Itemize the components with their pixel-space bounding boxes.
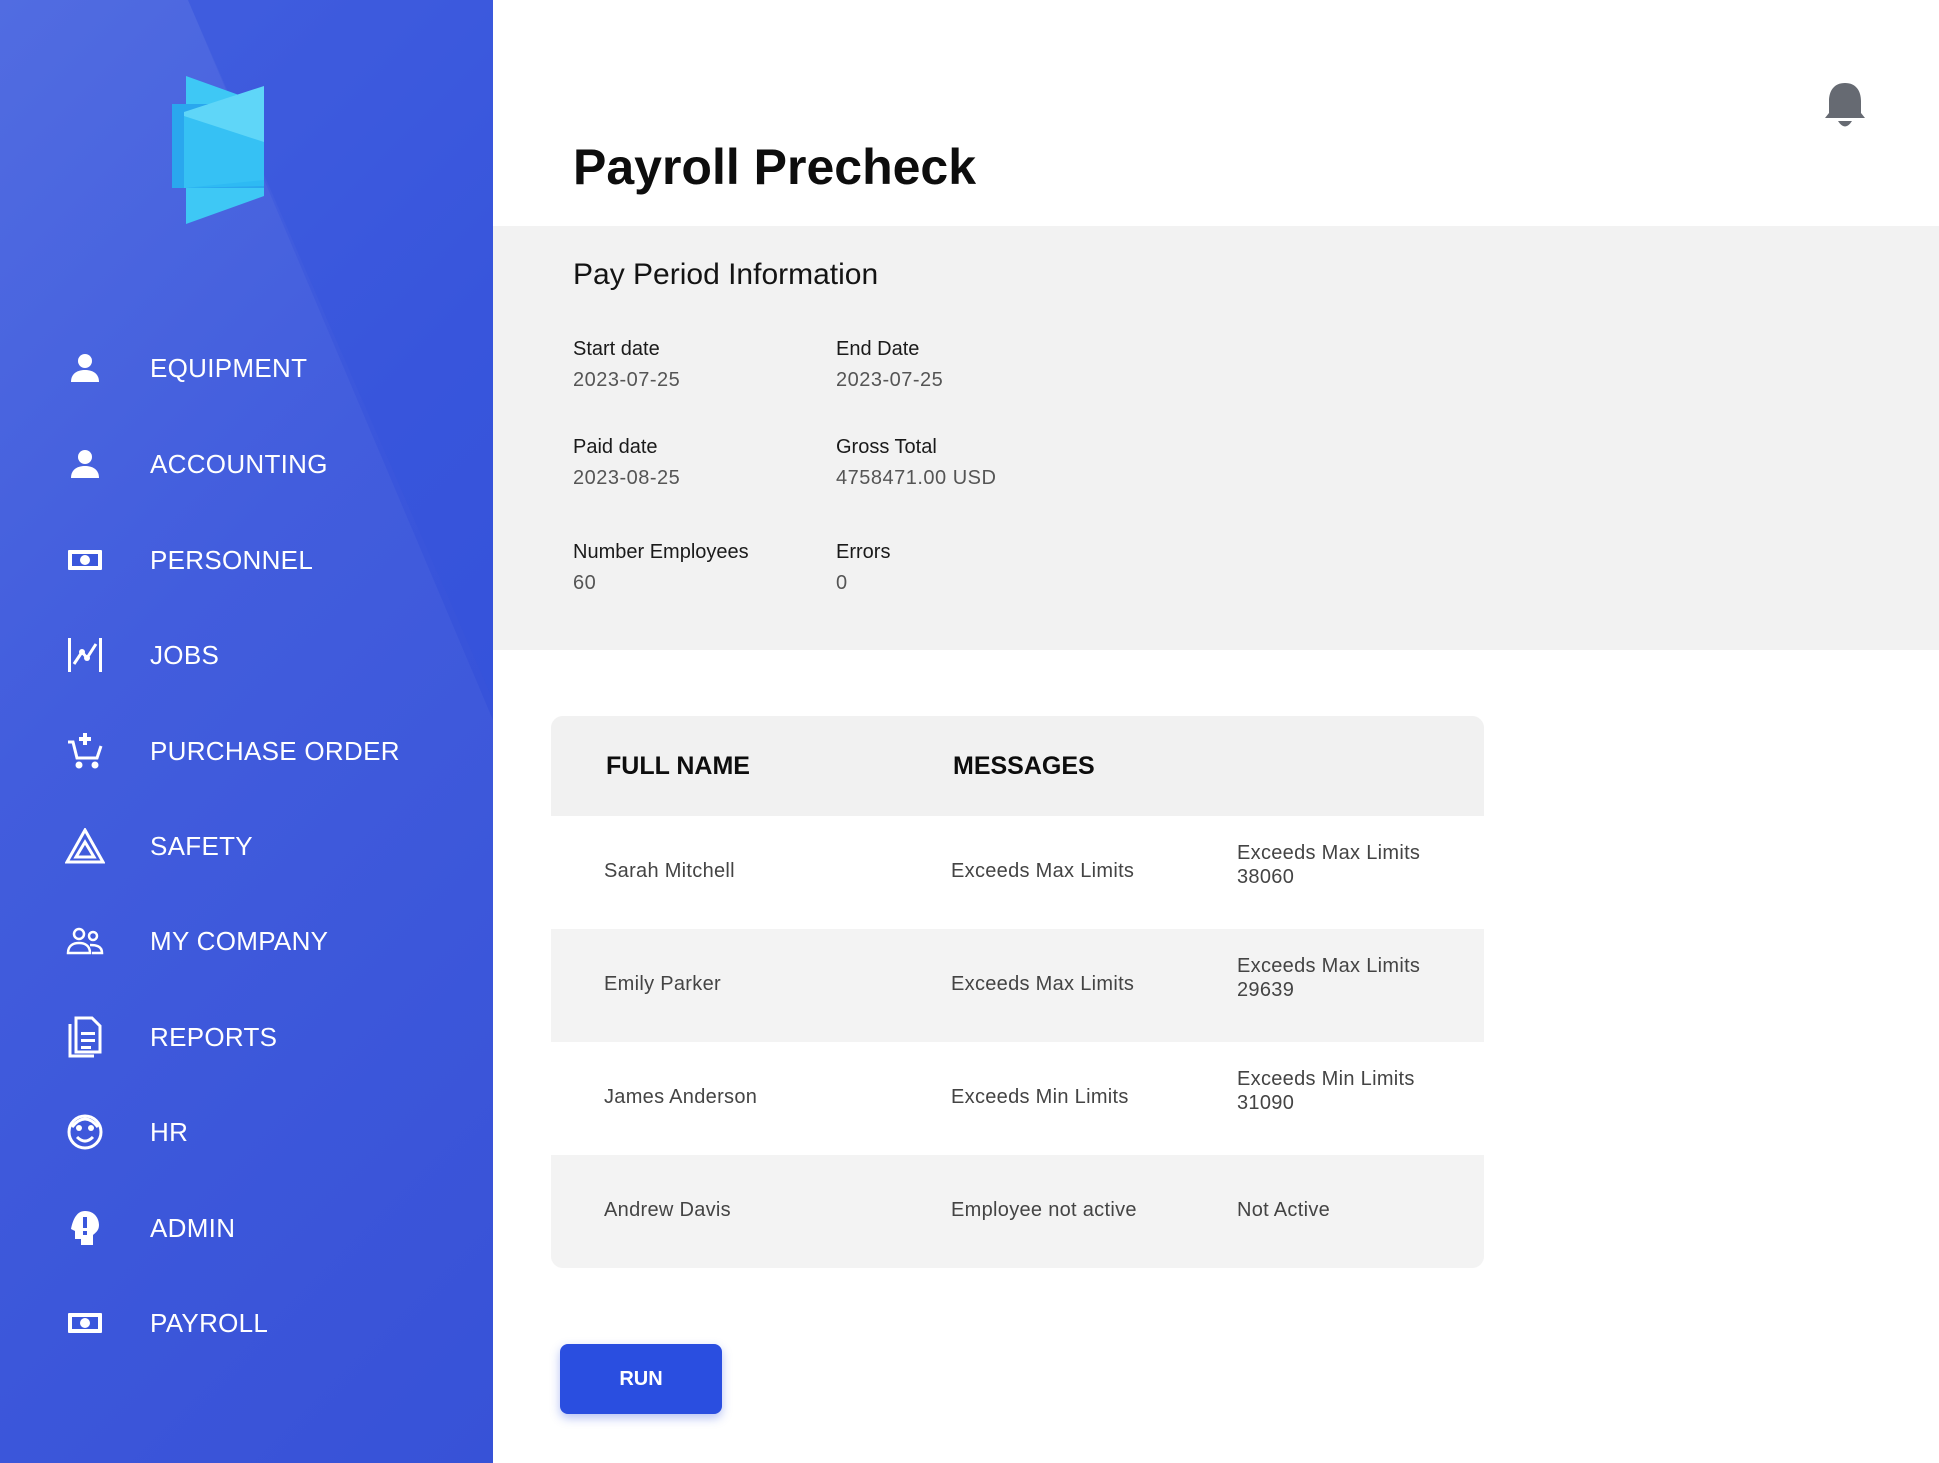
start-date-value: 2023-07-25: [573, 369, 681, 391]
cell-detail: Exceeds Max Limits: [1237, 842, 1421, 864]
cell-full-name: Emily Parker: [604, 973, 721, 995]
page-title: Payroll Precheck: [573, 139, 977, 195]
table-header: FULL NAME MESSAGES: [551, 716, 1484, 816]
number-employees-value: 60: [573, 572, 597, 594]
sidebar-item-admin[interactable]: ADMIN: [60, 1198, 460, 1258]
cell-detail: Not Active: [1237, 1199, 1331, 1221]
cell-full-name: Sarah Mitchell: [604, 860, 735, 882]
chart-line-icon: [60, 630, 110, 680]
sidebar-item-hr[interactable]: HR: [60, 1102, 460, 1162]
table-row[interactable]: Emily Parker Exceeds Max Limits Exceeds …: [551, 929, 1484, 1042]
sidebar-item-label: PAYROLL: [150, 1307, 269, 1338]
cell-detail-value: 29639: [1237, 979, 1295, 1001]
sidebar-item-jobs[interactable]: JOBS: [60, 625, 460, 685]
sidebar-item-personnel[interactable]: PERSONNEL: [60, 530, 460, 590]
number-employees-field: Number Employees 60: [573, 541, 749, 595]
sidebar-item-label: ACCOUNTING: [150, 448, 328, 479]
sidebar-item-label: PURCHASE ORDER: [150, 735, 400, 766]
sidebar-item-label: EQUIPMENT: [150, 352, 308, 383]
person-icon: [60, 343, 110, 393]
app-logo: [172, 76, 264, 224]
cell-message: Exceeds Max Limits: [951, 860, 1135, 882]
sidebar-item-purchase-order[interactable]: PURCHASE ORDER: [60, 721, 460, 781]
end-date-value: 2023-07-25: [836, 369, 944, 391]
banknote-icon: [60, 535, 110, 585]
sidebar-item-equipment[interactable]: EQUIPMENT: [60, 338, 460, 398]
sidebar-item-label: SAFETY: [150, 830, 253, 861]
sidebar-item-payroll[interactable]: PAYROLL: [60, 1293, 460, 1353]
cell-detail-value: 31090: [1237, 1092, 1295, 1114]
end-date-field: End Date 2023-07-25: [836, 338, 943, 392]
warning-triangle-icon: [60, 821, 110, 871]
sidebar-item-label: JOBS: [150, 639, 220, 670]
column-header-messages[interactable]: MESSAGES: [953, 752, 1095, 781]
person-icon: [60, 439, 110, 489]
cell-full-name: James Anderson: [604, 1086, 758, 1108]
sidebar-item-safety[interactable]: SAFETY: [60, 816, 460, 876]
bell-icon[interactable]: [1822, 80, 1868, 130]
sidebar-item-label: MY COMPANY: [150, 925, 329, 956]
sidebar-item-accounting[interactable]: ACCOUNTING: [60, 434, 460, 494]
document-icon: [60, 1012, 110, 1062]
table-row[interactable]: Sarah Mitchell Exceeds Max Limits Exceed…: [551, 816, 1484, 929]
sidebar: EQUIPMENT ACCOUNTING PERSONNEL JOBS PURC: [0, 0, 493, 1463]
gross-total-label: Gross Total: [836, 436, 937, 458]
errors-field: Errors 0: [836, 541, 890, 595]
banknote-icon: [60, 1298, 110, 1348]
pay-period-title: Pay Period Information: [573, 258, 879, 291]
sidebar-item-label: HR: [150, 1116, 189, 1147]
people-icon: [60, 916, 110, 966]
errors-label: Errors: [836, 541, 891, 563]
end-date-label: End Date: [836, 338, 920, 360]
cell-message: Exceeds Min Limits: [951, 1086, 1129, 1108]
run-button[interactable]: RUN: [560, 1344, 722, 1414]
paid-date-label: Paid date: [573, 436, 658, 458]
sidebar-item-label: PERSONNEL: [150, 544, 314, 575]
cell-detail-value: 38060: [1237, 866, 1295, 888]
column-header-full-name[interactable]: FULL NAME: [606, 752, 750, 781]
table-row[interactable]: James Anderson Exceeds Min Limits Exceed…: [551, 1042, 1484, 1155]
cart-add-icon: [60, 726, 110, 776]
start-date-field: Start date 2023-07-25: [573, 338, 680, 392]
sidebar-item-reports[interactable]: REPORTS: [60, 1007, 460, 1067]
cell-full-name: Andrew Davis: [604, 1199, 731, 1221]
cell-message: Employee not active: [951, 1199, 1137, 1221]
sidebar-item-my-company[interactable]: MY COMPANY: [60, 911, 460, 971]
sidebar-item-label: REPORTS: [150, 1021, 278, 1052]
cell-detail: Exceeds Min Limits: [1237, 1068, 1415, 1090]
errors-value: 0: [836, 572, 848, 594]
paid-date-field: Paid date 2023-08-25: [573, 436, 680, 490]
table-row[interactable]: Andrew Davis Employee not active Not Act…: [551, 1155, 1484, 1268]
sidebar-item-label: ADMIN: [150, 1212, 236, 1243]
face-icon: [60, 1107, 110, 1157]
precheck-table: FULL NAME MESSAGES Sarah Mitchell Exceed…: [551, 716, 1484, 1268]
gross-total-value: 4758471.00 USD: [836, 467, 997, 489]
cell-message: Exceeds Max Limits: [951, 973, 1135, 995]
alert-head-icon: [60, 1203, 110, 1253]
paid-date-value: 2023-08-25: [573, 467, 681, 489]
start-date-label: Start date: [573, 338, 660, 360]
number-employees-label: Number Employees: [573, 541, 749, 563]
gross-total-field: Gross Total 4758471.00 USD: [836, 436, 996, 490]
pay-period-panel: Pay Period Information Start date 2023-0…: [493, 226, 1939, 650]
cell-detail: Exceeds Max Limits: [1237, 955, 1421, 977]
